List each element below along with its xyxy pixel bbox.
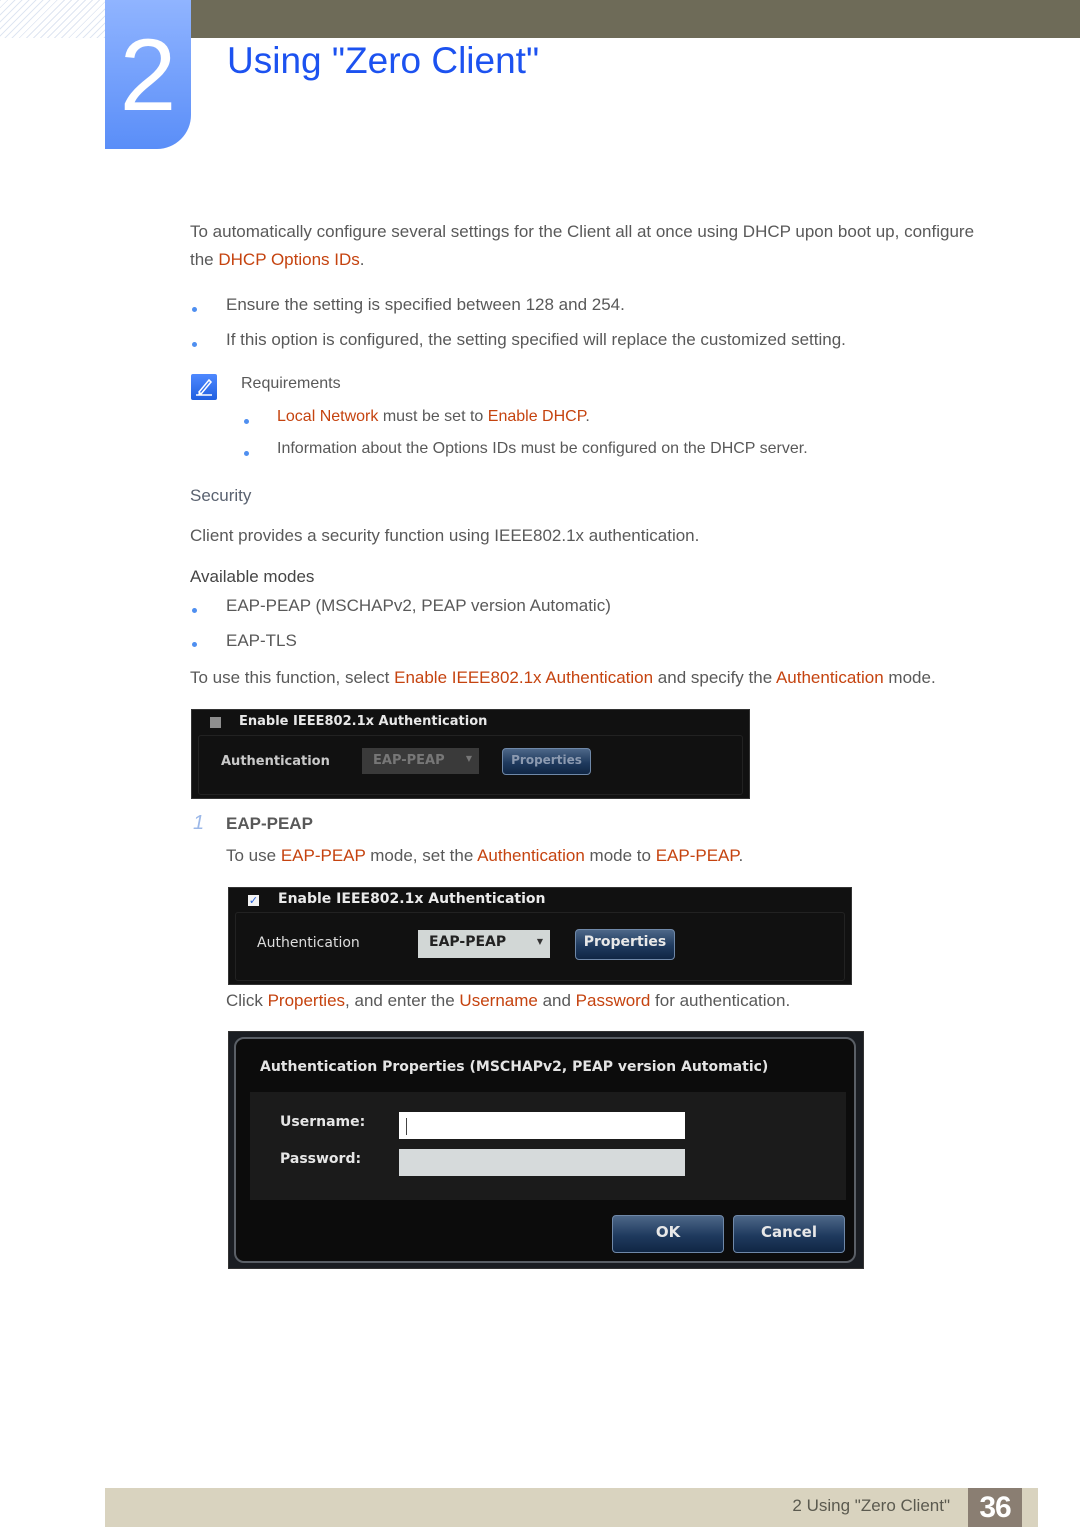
footer-chapter-label: 2 Using "Zero Client" — [792, 1496, 950, 1515]
authentication-term: Authentication — [775, 668, 884, 687]
click-text: for authentication. — [650, 991, 791, 1010]
properties-button[interactable]: Properties — [575, 929, 675, 960]
auth-properties-dialog: Authentication Properties (MSCHAPv2, PEA… — [234, 1037, 856, 1263]
intro-period: . — [359, 250, 365, 269]
cancel-button[interactable]: Cancel — [733, 1215, 845, 1253]
password-label: Password: — [280, 1151, 362, 1167]
bullet-item: If this option is configured, the settin… — [226, 330, 846, 349]
instr-text: and specify the — [653, 668, 776, 687]
bullet-dot — [192, 642, 197, 647]
intro-line-2: the DHCP Options IDs. — [190, 246, 974, 274]
chapter-number: 2 — [119, 18, 177, 132]
step-text: mode, set the — [365, 846, 478, 865]
authentication-term: Authentication — [477, 846, 585, 865]
authentication-label: Authentication — [221, 754, 330, 769]
bullet-dot — [192, 342, 197, 347]
note-item-2: Information about the Options IDs must b… — [277, 440, 808, 457]
eap-peap-term: EAP-PEAP — [280, 846, 366, 865]
click-text: , and enter the — [345, 991, 460, 1010]
page-number: 36 — [968, 1488, 1022, 1527]
step-number: 1 — [193, 812, 205, 834]
dialog-title: Authentication Properties (MSCHAPv2, PEA… — [260, 1059, 769, 1075]
username-input[interactable] — [399, 1112, 685, 1139]
authentication-select[interactable]: EAP-PEAP ▼ — [362, 748, 479, 774]
note-title: Requirements — [241, 375, 341, 392]
note-period: . — [585, 408, 590, 425]
eap-peap-term: EAP-PEAP — [655, 846, 739, 865]
ieee-settings-screenshot-enabled: ✓ Enable IEEE802.1x Authentication Authe… — [228, 887, 852, 985]
security-heading: Security — [190, 486, 252, 505]
enable-ieee-term: Enable IEEE802.1x Authentication — [394, 668, 654, 687]
enable-ieee-label: Enable IEEE802.1x Authentication — [278, 891, 546, 907]
security-instruction: To use this function, select Enable IEEE… — [190, 668, 936, 688]
password-term: Password — [575, 991, 651, 1010]
instr-text: mode. — [883, 668, 936, 687]
bullet-dot — [244, 451, 249, 456]
authentication-properties-screenshot: Authentication EAP-PEAP Properties Authe… — [228, 1031, 864, 1269]
mode-item: EAP-TLS — [226, 631, 297, 650]
authentication-select-value: EAP-PEAP — [429, 934, 507, 950]
security-description: Client provides a security function usin… — [190, 526, 700, 545]
step-text: To use — [226, 846, 281, 865]
authentication-label: Authentication — [257, 935, 360, 951]
properties-button[interactable]: Properties — [502, 748, 591, 775]
bullet-dot — [192, 608, 197, 613]
chevron-down-icon: ▼ — [465, 754, 472, 763]
authentication-select[interactable]: EAP-PEAP ▼ — [418, 930, 550, 958]
header-bar — [190, 0, 1080, 38]
enable-dhcp-term: Enable DHCP — [487, 408, 586, 425]
ok-button[interactable]: OK — [612, 1215, 724, 1253]
available-modes-heading: Available modes — [190, 567, 315, 586]
text-cursor — [406, 1118, 407, 1135]
authentication-select-value: EAP-PEAP — [373, 753, 445, 768]
note-pencil-icon — [191, 374, 217, 400]
instr-text: To use this function, select — [190, 668, 395, 687]
username-term: Username — [459, 991, 538, 1010]
bullet-dot — [192, 307, 197, 312]
page-title: Using "Zero Client" — [227, 40, 540, 81]
step-text: mode to — [584, 846, 656, 865]
intro-paragraph: To automatically configure several setti… — [190, 218, 974, 274]
bullet-item: Ensure the setting is specified between … — [226, 295, 625, 314]
footer-bar: 2 Using "Zero Client" — [105, 1488, 1038, 1527]
local-network-term: Local Network — [277, 408, 379, 425]
username-label: Username: — [280, 1114, 366, 1130]
bullet-dot — [244, 419, 249, 424]
enable-ieee-checkbox[interactable] — [210, 717, 221, 728]
chevron-down-icon: ▼ — [536, 937, 543, 946]
properties-term: Properties — [267, 991, 346, 1010]
header-hatch-decoration — [0, 0, 105, 38]
step-period: . — [738, 846, 744, 865]
note-text: must be set to — [378, 408, 488, 425]
dialog-fields-area: Username: Password: — [250, 1092, 846, 1200]
enable-ieee-label: Enable IEEE802.1x Authentication — [239, 714, 488, 729]
click-instruction: Click Properties, and enter the Username… — [226, 991, 790, 1011]
click-text: and — [537, 991, 576, 1010]
intro-line-1: To automatically configure several setti… — [190, 222, 975, 241]
intro-text: the — [190, 250, 219, 269]
checkmark-icon[interactable]: ✓ — [248, 895, 259, 906]
chapter-number-badge: 2 — [105, 0, 191, 149]
step-instruction: To use EAP-PEAP mode, set the Authentica… — [226, 846, 743, 866]
step-title: EAP-PEAP — [226, 814, 313, 833]
ieee-settings-screenshot-disabled: Enable IEEE802.1x Authentication Authent… — [191, 709, 750, 799]
dhcp-options-ids-term: DHCP Options IDs — [218, 250, 360, 269]
click-text: Click — [226, 991, 268, 1010]
mode-item: EAP-PEAP (MSCHAPv2, PEAP version Automat… — [226, 596, 611, 615]
password-input[interactable] — [399, 1149, 685, 1176]
note-item-1: Local Network must be set to Enable DHCP… — [277, 408, 590, 426]
